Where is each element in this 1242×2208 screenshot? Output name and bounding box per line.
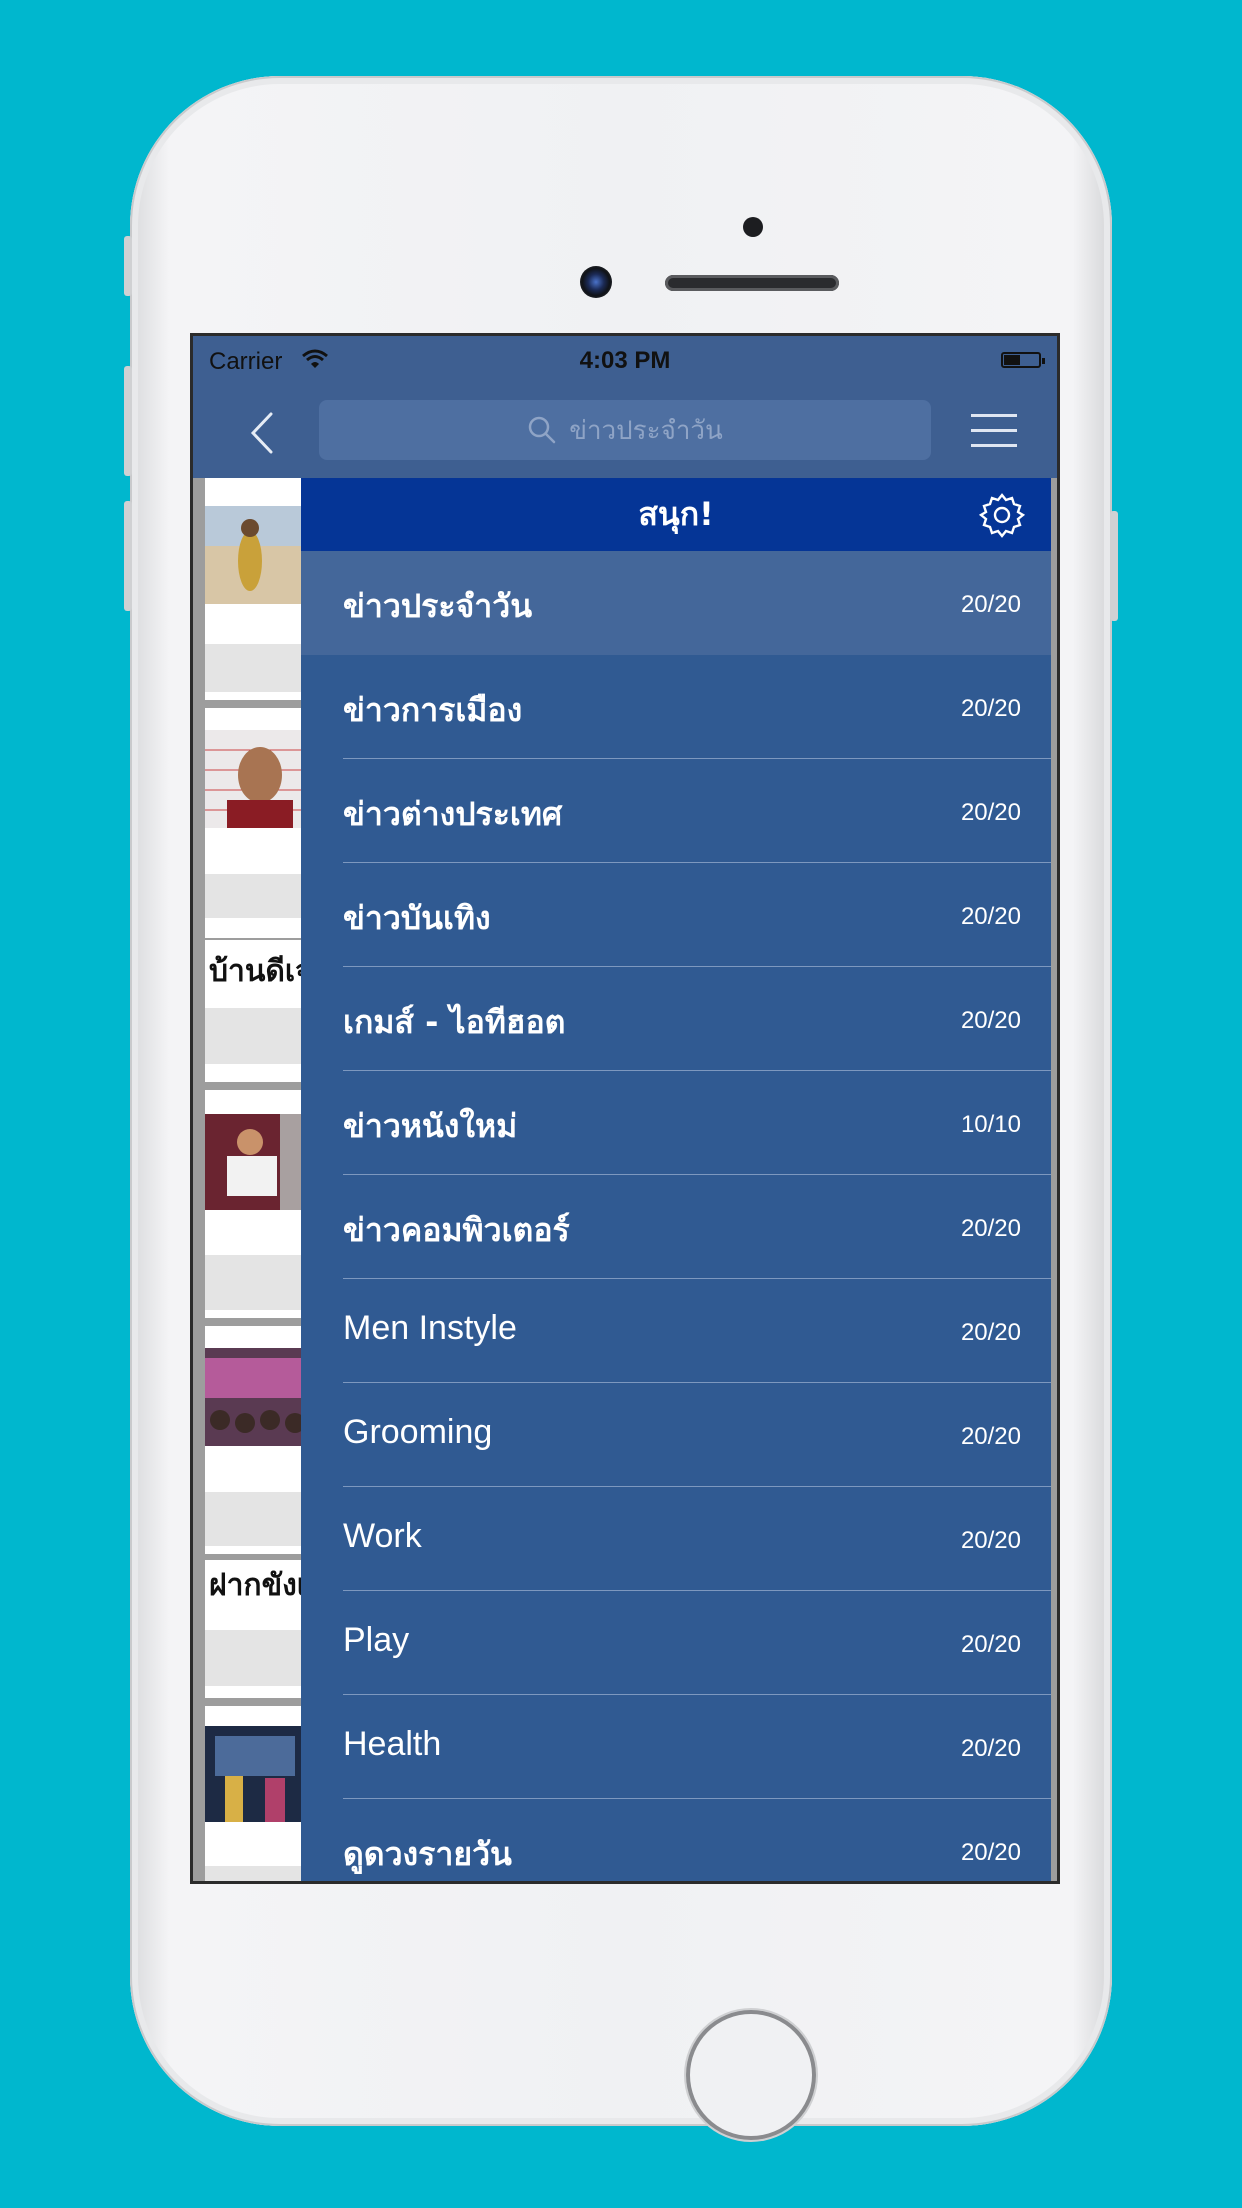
category-count: 20/20: [960, 695, 1021, 722]
home-button[interactable]: [686, 2010, 816, 2140]
chevron-left-icon: [250, 412, 273, 454]
category-count: 10/10: [960, 1111, 1021, 1138]
category-count: 20/20: [960, 1631, 1021, 1658]
hamburger-menu-button[interactable]: [971, 414, 1017, 448]
list-item[interactable]: [205, 1326, 315, 1554]
category-item[interactable]: ข่าวคอมพิวเตอร์ 20/20: [301, 1175, 1051, 1279]
category-count: 20/20: [960, 591, 1021, 618]
search-input[interactable]: ข่าวประจำวัน: [319, 400, 931, 460]
category-item[interactable]: Play 20/20: [301, 1591, 1051, 1695]
news-thumbnail: [205, 1726, 315, 1822]
category-count: 20/20: [960, 799, 1021, 826]
news-thumbnail: [205, 506, 315, 604]
category-label: เกมส์ - ไอทีฮอต: [343, 1003, 566, 1041]
drawer-title: สนุก!: [638, 495, 714, 533]
category-label: Grooming: [343, 1413, 493, 1451]
status-bar: Carrier 4:03 PM: [193, 336, 1057, 386]
category-label: ข่าวประจำวัน: [343, 587, 533, 625]
category-item[interactable]: ข่าวต่างประเทศ 20/20: [301, 759, 1051, 863]
category-label: ข่าวต่างประเทศ: [343, 795, 563, 833]
category-item[interactable]: Health 20/20: [301, 1695, 1051, 1799]
category-label: ข่าวบันเทิง: [343, 899, 491, 937]
status-time: 4:03 PM: [579, 347, 671, 374]
category-label: Work: [343, 1517, 422, 1555]
category-label: Play: [343, 1621, 410, 1659]
category-item[interactable]: เกมส์ - ไอทีฮอต 20/20: [301, 967, 1051, 1071]
list-item[interactable]: ฝากขังเ: [205, 1560, 315, 1698]
list-item[interactable]: [205, 708, 315, 938]
category-label: ข่าวการเมือง: [343, 691, 523, 729]
back-button[interactable]: [243, 408, 283, 458]
list-item[interactable]: บ้านดีเจ: [205, 940, 315, 1082]
category-label: Men Instyle: [343, 1309, 517, 1347]
search-icon: [528, 416, 556, 444]
category-count: 20/20: [960, 1735, 1021, 1762]
proximity-sensor: [743, 217, 763, 237]
volume-down-button: [124, 501, 132, 611]
category-count: 20/20: [960, 1215, 1021, 1242]
gear-icon[interactable]: [979, 492, 1025, 538]
category-item[interactable]: ข่าวการเมือง 20/20: [301, 655, 1051, 759]
list-item[interactable]: [205, 1706, 315, 1881]
category-item[interactable]: ข่าวหนังใหม่ 10/10: [301, 1071, 1051, 1175]
category-count: 20/20: [960, 1423, 1021, 1450]
drawer-header: สนุก!: [301, 478, 1051, 551]
battery-icon: [1001, 352, 1045, 368]
category-count: 20/20: [960, 1527, 1021, 1554]
category-count: 20/20: [960, 1839, 1021, 1866]
front-camera: [580, 266, 612, 298]
earpiece-speaker: [665, 275, 839, 291]
navigation-bar: ข่าวประจำวัน: [193, 386, 1057, 478]
list-item[interactable]: [205, 478, 315, 700]
category-item[interactable]: ดูดวงรายวัน 20/20: [301, 1799, 1051, 1881]
mute-switch: [124, 236, 132, 296]
app-screen: Carrier 4:03 PM ข่าวประจำวัน บ้านดีเจ ฝา…: [190, 333, 1060, 1884]
category-count: 20/20: [960, 1007, 1021, 1034]
news-headline: ฝากขังเ: [209, 1568, 307, 1603]
news-thumbnail: [205, 1114, 315, 1210]
category-label: ดูดวงรายวัน: [343, 1835, 512, 1873]
category-item[interactable]: Work 20/20: [301, 1487, 1051, 1591]
list-item[interactable]: [205, 1090, 315, 1318]
category-label: ข่าวหนังใหม่: [343, 1107, 518, 1145]
category-drawer: สนุก! ข่าวประจำวัน 20/20 ข่าวการเมือง 20/20…: [301, 478, 1051, 1881]
category-item[interactable]: Grooming 20/20: [301, 1383, 1051, 1487]
category-item[interactable]: ข่าวบันเทิง 20/20: [301, 863, 1051, 967]
news-headline: บ้านดีเจ: [209, 954, 313, 989]
category-label: Health: [343, 1725, 442, 1763]
news-thumbnail: [205, 1348, 315, 1446]
category-count: 20/20: [960, 903, 1021, 930]
news-thumbnail: [205, 730, 315, 828]
power-button: [1110, 511, 1118, 621]
category-label: ข่าวคอมพิวเตอร์: [343, 1211, 570, 1249]
category-item[interactable]: ข่าวประจำวัน 20/20: [301, 551, 1051, 655]
search-placeholder: ข่าวประจำวัน: [569, 415, 723, 446]
category-item[interactable]: Men Instyle 20/20: [301, 1279, 1051, 1383]
volume-up-button: [124, 366, 132, 476]
category-count: 20/20: [960, 1319, 1021, 1346]
